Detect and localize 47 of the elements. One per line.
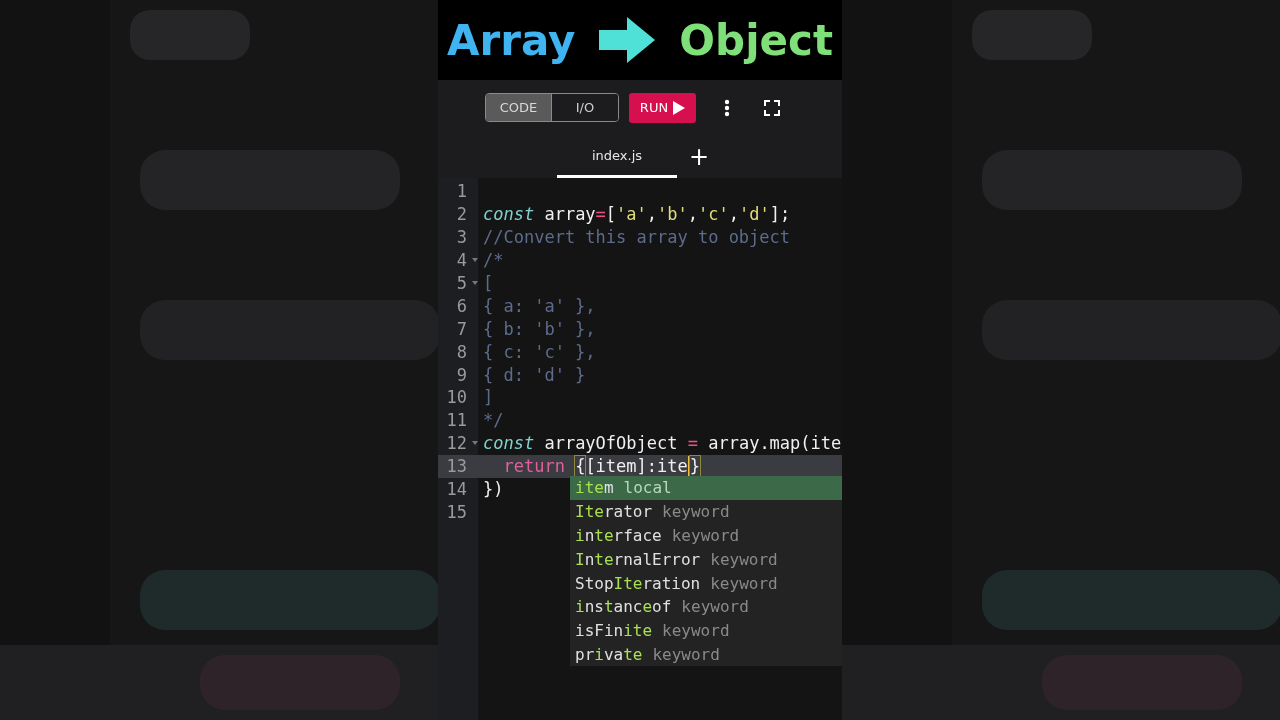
code-line: }) xyxy=(483,479,504,499)
mode-tab[interactable]: CODE xyxy=(486,94,552,121)
line-number: 5 xyxy=(455,273,467,293)
line-number: 13 xyxy=(445,456,467,477)
line-number: 14 xyxy=(445,479,467,499)
suggestion-item[interactable]: StopIteration keyword xyxy=(570,571,842,595)
code-line: { a: 'a' }, xyxy=(483,295,596,316)
line-number: 1 xyxy=(455,181,467,202)
fold-icon[interactable] xyxy=(472,281,478,285)
suggestion-item[interactable]: item local xyxy=(570,476,842,500)
suggestion-item[interactable]: instanceof keyword xyxy=(570,595,842,619)
code-line: ] xyxy=(483,387,494,408)
code-line: //Convert this array to object xyxy=(483,227,791,248)
code-line: */ xyxy=(483,410,504,431)
line-number: 9 xyxy=(455,364,467,385)
fold-icon[interactable] xyxy=(472,441,478,446)
line-number: 8 xyxy=(455,341,467,362)
title-text: Array xyxy=(447,15,576,65)
line-number: 6 xyxy=(455,295,467,316)
code-line: { c: 'c' }, xyxy=(483,341,596,362)
line-number: 7 xyxy=(455,318,467,339)
fold-icon[interactable] xyxy=(472,258,478,263)
fullscreen-icon[interactable] xyxy=(764,99,780,116)
line-number: 2 xyxy=(455,204,467,225)
arrow-icon xyxy=(599,17,656,63)
code-line: { d: 'd' } xyxy=(483,364,586,385)
code-line: const array=['a','b','c','d']; xyxy=(483,204,791,225)
line-number: 4 xyxy=(455,250,467,271)
line-number: 15 xyxy=(445,501,467,522)
more-icon[interactable] xyxy=(724,98,730,117)
suggestion-item[interactable]: Iterator keyword xyxy=(570,499,842,524)
line-number: 11 xyxy=(445,410,467,431)
play-icon xyxy=(673,100,686,115)
line-number: 3 xyxy=(455,227,467,248)
suggestion-item[interactable]: InternalError keyword xyxy=(570,547,842,572)
line-number: 12 xyxy=(445,433,467,454)
suggestion-item[interactable]: private keyword xyxy=(570,642,842,667)
code-line: { b: 'b' }, xyxy=(483,318,596,339)
run-button[interactable]: RUN xyxy=(629,92,696,123)
suggestion-item[interactable]: isFinite keyword xyxy=(570,618,842,643)
suggestion-item[interactable]: interface keyword xyxy=(570,523,842,548)
line-number: 10 xyxy=(445,387,467,408)
code-line: const arrayOfObject = array.map(ite xyxy=(483,433,842,454)
title-text: Object xyxy=(679,15,833,65)
add-tab-button[interactable]: + xyxy=(689,135,710,178)
code-line: [ xyxy=(483,273,494,293)
code-line: /* xyxy=(483,250,504,271)
